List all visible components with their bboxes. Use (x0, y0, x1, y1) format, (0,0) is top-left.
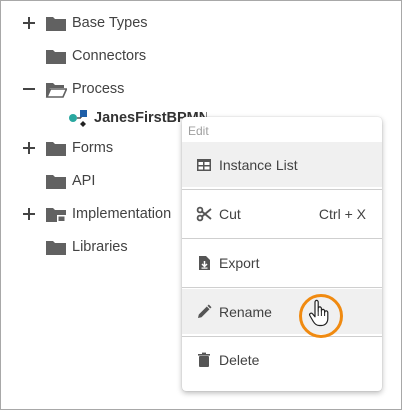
bpmn-process-icon (69, 110, 87, 127)
collapse-minus-icon[interactable] (23, 82, 37, 96)
expand-plus-icon[interactable] (23, 207, 37, 221)
scissors-icon (196, 206, 212, 221)
implementation-folder-icon (46, 208, 66, 222)
tree-item-label: Implementation (72, 206, 172, 222)
tree-item-label: Forms (72, 140, 114, 156)
tree-item-base-types[interactable]: Base Types (23, 12, 223, 34)
menu-item-instance-list[interactable]: Instance List (182, 142, 382, 187)
menu-item-rename[interactable]: Rename (182, 289, 382, 334)
expand-plus-icon[interactable] (23, 141, 37, 155)
folder-icon (46, 17, 66, 31)
folder-icon (46, 142, 66, 156)
folder-icon (46, 241, 66, 255)
folder-open-icon (45, 83, 67, 98)
menu-item-label: Export (219, 254, 260, 271)
menu-item-label: Delete (219, 351, 260, 368)
menu-item-shortcut: Ctrl + X (318, 205, 366, 222)
menu-divider (182, 189, 382, 190)
hand-cursor-icon (309, 299, 329, 327)
tree-item-connectors[interactable]: Connectors (23, 45, 223, 67)
expand-plus-icon[interactable] (23, 16, 37, 30)
tree-item-label: API (72, 173, 96, 189)
menu-item-export[interactable]: Export (182, 240, 382, 285)
tree-item-label: Process (72, 81, 125, 97)
trash-icon (198, 352, 210, 367)
context-menu: Edit Instance List Cut Ctrl + X Export R… (182, 117, 382, 391)
menu-item-cut[interactable]: Cut Ctrl + X (182, 191, 382, 236)
explorer-panel: Base Types Connectors Process JanesFirst… (0, 0, 402, 410)
menu-divider (182, 238, 382, 239)
pencil-icon (198, 304, 212, 318)
tree-item-label: Libraries (72, 239, 128, 255)
table-icon (197, 158, 211, 171)
tree-item-label: Connectors (72, 48, 147, 64)
menu-item-label: Instance List (219, 156, 298, 173)
menu-section-header: Edit (188, 124, 209, 138)
tree-item-label: Base Types (72, 15, 148, 31)
export-file-icon (199, 255, 210, 270)
folder-icon (46, 50, 66, 64)
menu-divider (182, 287, 382, 288)
menu-item-label: Rename (219, 303, 272, 320)
menu-item-delete[interactable]: Delete (182, 337, 382, 382)
tree-item-process[interactable]: Process (23, 78, 223, 100)
folder-icon (46, 175, 66, 189)
menu-item-label: Cut (219, 205, 241, 222)
